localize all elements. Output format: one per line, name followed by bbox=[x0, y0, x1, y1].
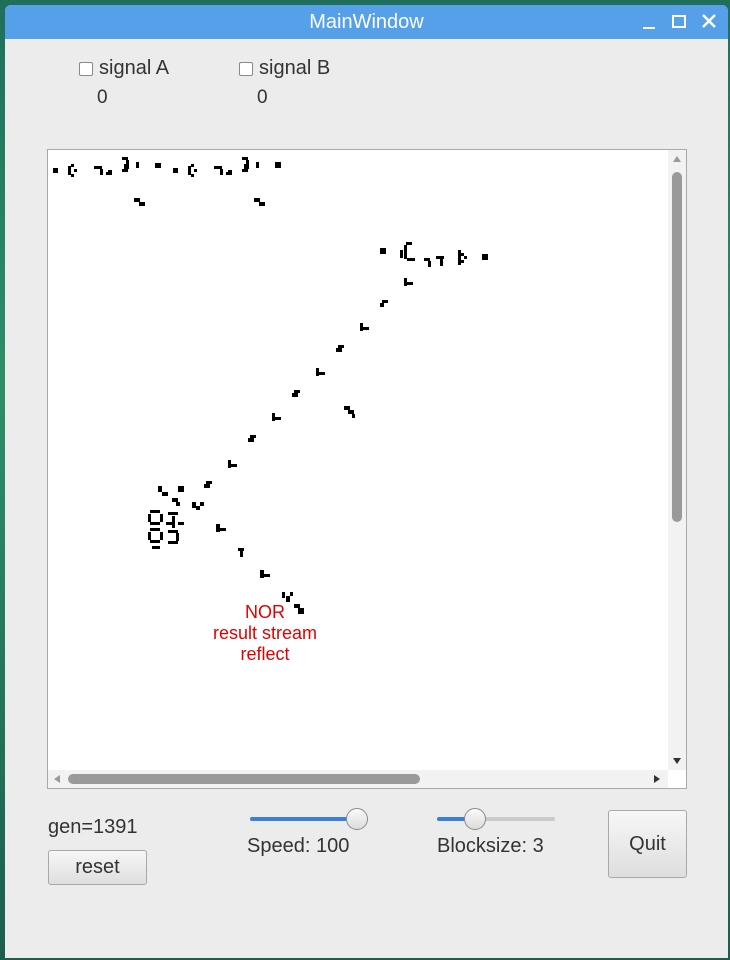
annotation-line-3: reflect bbox=[240, 644, 290, 664]
vertical-scrollbar[interactable] bbox=[668, 150, 686, 770]
title-bar[interactable]: MainWindow bbox=[5, 5, 728, 39]
maximize-icon[interactable] bbox=[667, 9, 691, 33]
quit-button[interactable]: Quit bbox=[608, 810, 687, 878]
signal-b-checkbox[interactable]: signal B bbox=[239, 57, 330, 80]
glider-row-top bbox=[134, 198, 265, 206]
blocksize-slider[interactable] bbox=[437, 807, 555, 831]
signal-b-label: signal B bbox=[259, 57, 331, 79]
checkbox-box[interactable] bbox=[79, 61, 93, 76]
scroll-down-icon[interactable] bbox=[673, 758, 681, 764]
glider-stream-diagonal bbox=[204, 278, 413, 488]
signal-a-label: signal A bbox=[99, 57, 170, 79]
life-grid bbox=[53, 157, 488, 614]
generation-counter: gen=1391 bbox=[48, 816, 138, 838]
scroll-left-icon[interactable] bbox=[54, 775, 60, 783]
cell-cluster-top-left bbox=[53, 157, 281, 177]
signal-b-value: 0 bbox=[257, 87, 268, 108]
simulation-view[interactable]: NOR result stream reflect bbox=[47, 149, 687, 789]
reset-button[interactable]: reset bbox=[48, 850, 147, 885]
blocksize-slider-handle[interactable] bbox=[464, 808, 487, 830]
speed-slider-handle[interactable] bbox=[346, 808, 368, 830]
signal-a-checkbox[interactable]: signal A bbox=[79, 57, 169, 80]
speed-slider-fill bbox=[250, 817, 356, 821]
speed-slider[interactable] bbox=[250, 807, 368, 831]
vertical-scroll-thumb[interactable] bbox=[672, 172, 682, 522]
annotation-line-2: result stream bbox=[212, 623, 318, 643]
main-window: MainWindow signal A 0 signal B 0 NOR res… bbox=[5, 5, 728, 958]
horizontal-scrollbar[interactable] bbox=[48, 770, 668, 788]
reflector-cluster bbox=[148, 486, 304, 614]
speed-label: Speed: 100 bbox=[247, 835, 350, 857]
horizontal-scroll-thumb[interactable] bbox=[68, 774, 420, 784]
annotation-line-1: NOR bbox=[245, 602, 285, 622]
blocksize-label: Blocksize: 3 bbox=[437, 835, 544, 857]
checkbox-box[interactable] bbox=[239, 61, 253, 76]
minimize-icon[interactable] bbox=[637, 9, 661, 33]
scroll-right-icon[interactable] bbox=[654, 775, 660, 783]
annotation-label: NOR result stream reflect bbox=[210, 602, 320, 665]
close-icon[interactable] bbox=[697, 9, 721, 33]
window-title: MainWindow bbox=[309, 11, 424, 33]
signal-a-value: 0 bbox=[97, 87, 108, 108]
scroll-up-icon[interactable] bbox=[673, 156, 681, 162]
cell-cluster-right bbox=[380, 242, 488, 267]
